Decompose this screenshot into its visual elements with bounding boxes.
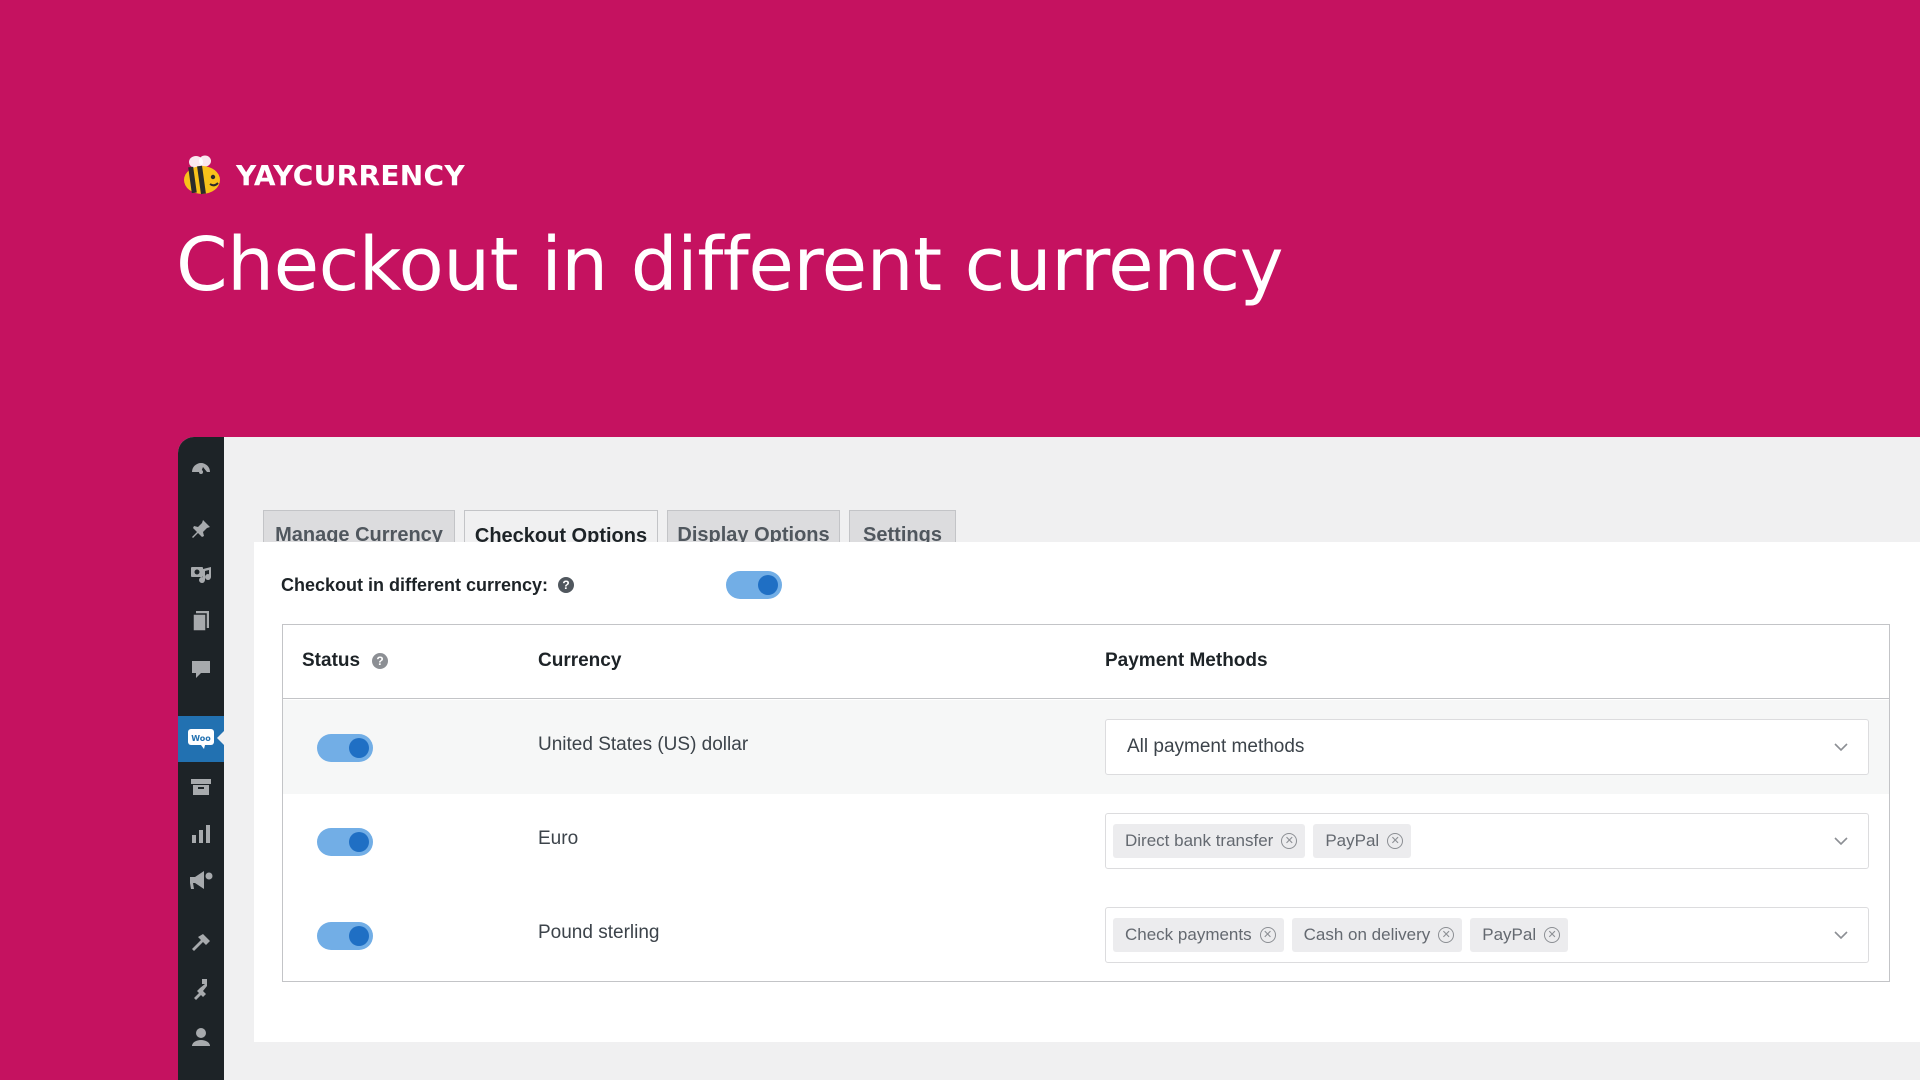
chip-label: PayPal (1482, 925, 1537, 944)
analytics-icon[interactable] (178, 812, 224, 856)
marketing-icon[interactable] (178, 858, 224, 902)
plugins-icon[interactable] (178, 967, 224, 1011)
payment-methods-select[interactable]: Direct bank transfer ✕ PayPal ✕ (1105, 813, 1869, 869)
chevron-down-icon (1834, 837, 1848, 846)
toggle-knob (349, 738, 369, 758)
payment-chip: Direct bank transfer ✕ (1113, 824, 1306, 858)
checkout-toggle-row: Checkout in different currency: ? (281, 570, 575, 600)
status-header: Status ? (302, 650, 389, 672)
currency-payment-table: Status ? Currency Payment Methods United… (282, 624, 1890, 982)
bee-logo-icon (184, 155, 220, 195)
table-header: Status ? Currency Payment Methods (283, 625, 1889, 699)
admin-sidebar: Woo (178, 437, 225, 1080)
woocommerce-icon[interactable]: Woo (178, 716, 225, 762)
chip-label: Check payments (1125, 925, 1252, 944)
payment-methods-select[interactable]: All payment methods (1105, 719, 1869, 775)
table-row: Pound sterling Check payments ✕ Cash on d… (283, 888, 1889, 982)
chevron-down-icon (1834, 931, 1848, 940)
toggle-knob (758, 575, 778, 595)
currency-name: Euro (538, 828, 579, 849)
payment-methods-select[interactable]: Check payments ✕ Cash on delivery ✕ PayPal… (1105, 907, 1869, 963)
pin-icon[interactable] (178, 507, 224, 551)
checkout-options-panel: Checkout in different currency: ? Status… (254, 542, 1920, 1042)
currency-name: United States (US) dollar (538, 734, 749, 755)
payment-chip: PayPal ✕ (1313, 824, 1412, 858)
payment-chip: PayPal ✕ (1470, 918, 1569, 952)
table-row: Euro Direct bank transfer ✕ PayPal ✕ (283, 794, 1889, 888)
checkout-toggle-label: Checkout in different currency: (281, 574, 549, 595)
remove-chip-icon[interactable]: ✕ (1259, 927, 1276, 943)
chevron-down-icon (1834, 743, 1848, 752)
status-toggle[interactable] (317, 734, 373, 762)
toggle-knob (349, 832, 369, 852)
chip-label: Direct bank transfer (1125, 831, 1274, 850)
svg-text:Woo: Woo (191, 734, 211, 743)
status-help-icon[interactable]: ? (372, 653, 389, 669)
wp-admin-window: Woo Manage Currency Checkout Options Dis… (178, 437, 1920, 1080)
hero-title: Checkout in different currency (176, 222, 1284, 308)
appearance-icon[interactable] (178, 921, 224, 965)
payment-chip: Cash on delivery ✕ (1291, 918, 1463, 952)
currency-name: Pound sterling (538, 922, 660, 943)
table-row: United States (US) dollar All payment me… (283, 700, 1889, 794)
status-toggle[interactable] (317, 922, 373, 950)
comments-icon[interactable] (178, 647, 224, 691)
toggle-knob (349, 926, 369, 946)
dashboard-icon[interactable] (178, 446, 224, 490)
brand-name: YAYCURRENCY (236, 158, 465, 192)
help-icon[interactable]: ? (558, 577, 575, 593)
chip-label: PayPal (1325, 831, 1380, 850)
media-icon[interactable] (178, 553, 224, 597)
status-toggle[interactable] (317, 828, 373, 856)
products-icon[interactable] (178, 765, 224, 809)
pages-icon[interactable] (178, 599, 224, 643)
payment-methods-header: Payment Methods (1105, 650, 1268, 671)
remove-chip-icon[interactable]: ✕ (1387, 833, 1404, 849)
brand: YAYCURRENCY (182, 153, 465, 197)
currency-header: Currency (538, 650, 622, 671)
users-icon[interactable] (178, 1015, 224, 1059)
remove-chip-icon[interactable]: ✕ (1281, 833, 1298, 849)
remove-chip-icon[interactable]: ✕ (1438, 927, 1455, 943)
payment-chip: Check payments ✕ (1113, 918, 1284, 952)
checkout-different-currency-toggle[interactable] (726, 571, 782, 599)
payment-methods-value: All payment methods (1127, 736, 1305, 757)
chip-label: Cash on delivery (1303, 925, 1431, 944)
remove-chip-icon[interactable]: ✕ (1544, 927, 1561, 943)
status-header-label: Status (302, 650, 361, 671)
